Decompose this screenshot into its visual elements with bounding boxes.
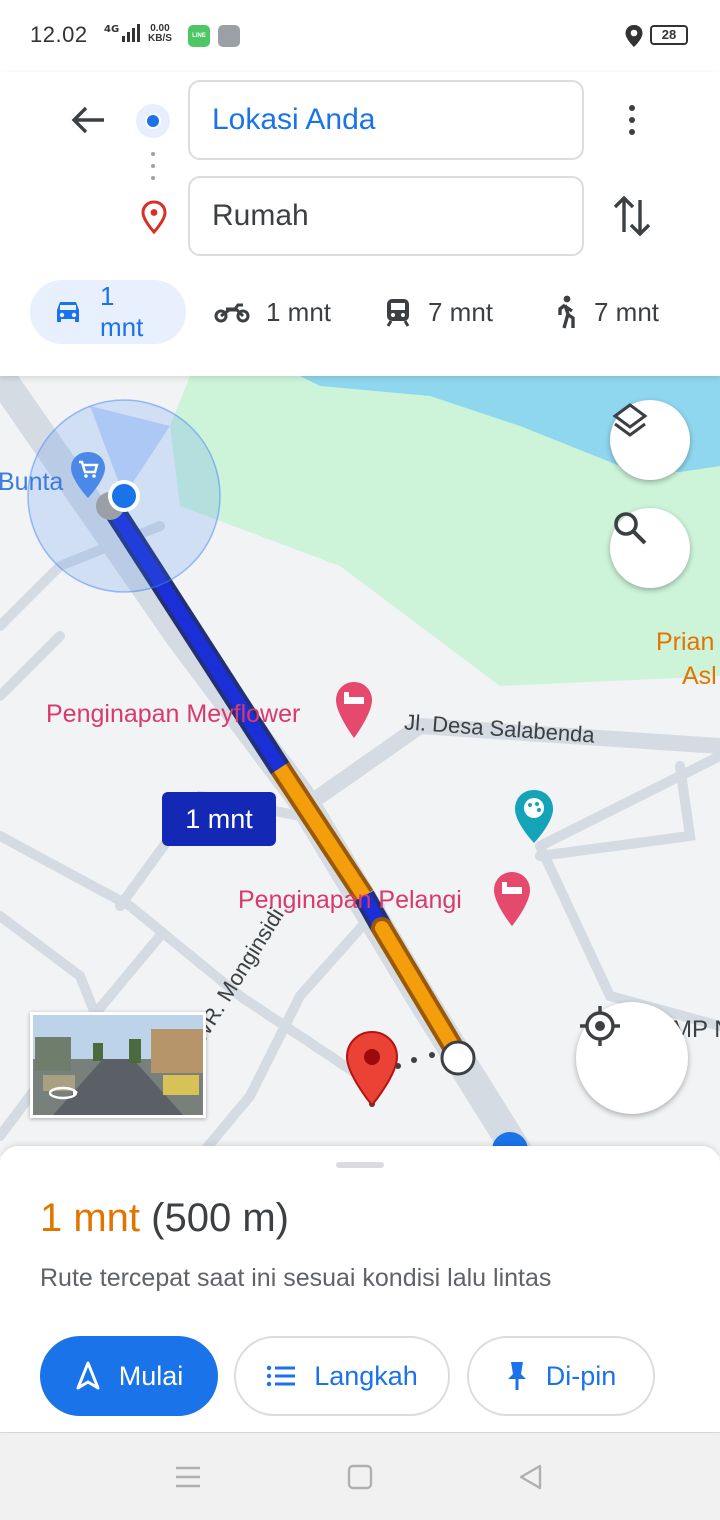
destination-input[interactable]: Rumah (188, 176, 584, 256)
route-duration: 1 mnt (40, 1196, 141, 1240)
signal-icon: 4G (100, 22, 142, 47)
street-view-thumbnail[interactable] (30, 1012, 206, 1118)
travel-mode-tabs: 1 mnt 1 mnt 7 mnt 7 mnt (30, 280, 690, 344)
hotel-pin-icon[interactable] (492, 870, 532, 930)
network-speed: 0.00 KB/S (148, 24, 172, 44)
location-status-icon (624, 24, 644, 53)
route-end-marker (440, 1040, 476, 1076)
back-button[interactable] (66, 98, 110, 142)
list-icon (266, 1365, 296, 1387)
transit-icon (384, 297, 412, 327)
current-location-marker (96, 480, 140, 520)
swap-route-button[interactable] (610, 192, 654, 245)
car-duration: 1 mnt (100, 281, 144, 342)
svg-text:4G: 4G (104, 24, 119, 35)
steps-label: Langkah (314, 1360, 418, 1391)
start-label: Mulai (118, 1360, 184, 1391)
car-icon (52, 298, 84, 326)
map-view[interactable]: Bunta Penginapan Meyflower Jl. Desa Sala… (0, 376, 720, 1156)
tab-transit[interactable]: 7 mnt (384, 280, 493, 344)
route-distance: (500 m) (151, 1196, 289, 1240)
pin-label: Di-pin (545, 1360, 617, 1391)
map-label-meyflower[interactable]: Penginapan Meyflower (46, 700, 300, 729)
layers-icon (612, 403, 648, 437)
directions-header: Lokasi Anda Rumah 1 mnt 1 mnt 7 mnt 7 mn… (0, 72, 720, 376)
search-along-route-button[interactable] (610, 508, 690, 588)
status-bar: 12.02 4G 0.00 KB/S LINE 28 (0, 0, 720, 72)
battery-indicator: 28 (650, 25, 688, 45)
hotel-pin-icon[interactable] (334, 680, 374, 742)
recenter-button[interactable] (576, 1002, 688, 1114)
motorcycle-duration: 1 mnt (266, 296, 332, 327)
route-description: Rute tercepat saat ini sesuai kondisi la… (40, 1264, 552, 1292)
map-label-buntu[interactable]: Bunta (0, 468, 63, 497)
street-view-image (33, 1015, 203, 1115)
status-time: 12.02 (30, 22, 88, 47)
destination-pin-icon (140, 200, 168, 239)
more-vert-icon (629, 105, 635, 111)
origin-input[interactable]: Lokasi Anda (188, 80, 584, 160)
tab-walk[interactable]: 7 mnt (554, 280, 659, 344)
sheet-drag-handle[interactable] (336, 1162, 384, 1168)
navigation-arrow-icon (75, 1361, 101, 1391)
route-time-chip[interactable]: 1 mnt (162, 792, 276, 846)
stack-app-icon (218, 25, 240, 47)
map-label-prian-2[interactable]: Asl (682, 662, 717, 691)
destination-marker-icon (345, 1030, 399, 1107)
back-arrow-icon (71, 106, 104, 134)
walk-icon (554, 295, 578, 329)
art-gallery-pin-icon[interactable] (512, 788, 556, 846)
transit-duration: 7 mnt (428, 296, 494, 327)
steps-button[interactable]: Langkah (234, 1336, 450, 1416)
swap-icon (613, 195, 651, 237)
tab-car[interactable]: 1 mnt (30, 280, 186, 344)
walk-duration: 7 mnt (594, 296, 660, 327)
route-summary: 1 mnt (500 m) (40, 1196, 289, 1241)
route-summary-sheet: 1 mnt (500 m) Rute tercepat saat ini ses… (0, 1146, 720, 1432)
search-icon (614, 512, 647, 545)
system-nav-bar (0, 1432, 720, 1520)
origin-dot-icon (136, 104, 170, 138)
line-app-icon: LINE (188, 25, 210, 47)
back-nav-icon[interactable] (516, 1463, 544, 1491)
pin-button[interactable]: Di-pin (467, 1336, 655, 1416)
my-location-icon (580, 1006, 620, 1046)
map-label-prian[interactable]: Prian (656, 628, 714, 657)
speed-unit: KB/S (148, 33, 172, 44)
home-nav-icon[interactable] (346, 1463, 374, 1491)
more-options-button[interactable] (612, 98, 652, 142)
start-navigation-button[interactable]: Mulai (40, 1336, 218, 1416)
menu-nav-icon[interactable] (174, 1463, 202, 1491)
route-connector-icon (151, 152, 155, 186)
motorcycle-icon (214, 300, 250, 324)
layers-button[interactable] (610, 400, 690, 480)
tab-motorcycle[interactable]: 1 mnt (214, 280, 331, 344)
pin-icon (506, 1360, 528, 1392)
